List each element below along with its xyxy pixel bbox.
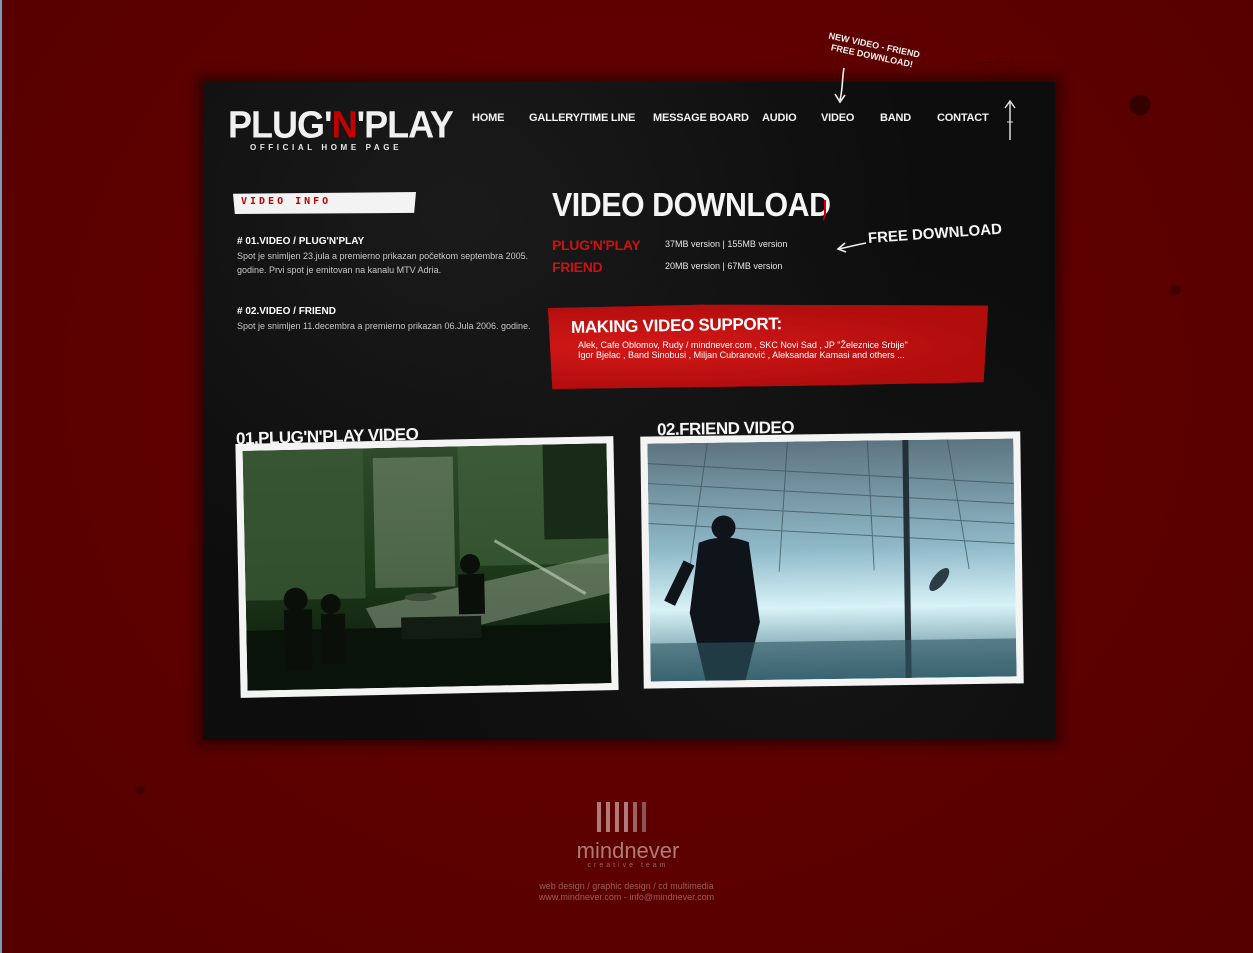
footer-brand-tagline: creative team — [587, 862, 668, 869]
support-title: MAKING VIDEO SUPPORT: — [570, 314, 783, 337]
video-info-item-text: Spot je snimljen 11.decembra a premierno… — [237, 321, 531, 331]
video-info-label: VIDEO INFO — [241, 196, 332, 207]
nav-band[interactable]: BAND — [880, 112, 911, 124]
support-credits-line2: Igor Bjelac , Band Sinobusi , Miljan Cub… — [578, 350, 905, 360]
video-thumbnail-plugnplay[interactable] — [235, 436, 619, 698]
logo-part-play: 'PLAY — [356, 102, 454, 146]
download-links-friend: 20MB version | 67MB version — [665, 261, 782, 271]
logo-wordmark: PLUG'N'PLAY — [228, 102, 454, 146]
blood-drip-icon — [823, 200, 826, 221]
band-rehearsal-photo — [242, 443, 612, 691]
footer-site-link[interactable]: www.mindnever.com — [539, 892, 622, 902]
nav-gallery-timeline[interactable]: GALLERY/TIME LINE — [529, 112, 635, 124]
logo-part-n: N — [331, 102, 358, 146]
video-info-item-title: # 01.VIDEO / PLUG'N'PLAY — [237, 236, 365, 247]
download-link-155mb[interactable]: 155MB version — [727, 239, 787, 249]
down-arrow-icon — [834, 67, 846, 104]
video-info-item-2: # 02.VIDEO / FRIEND Spot je snimljen 11.… — [237, 306, 532, 333]
making-video-support-banner: MAKING VIDEO SUPPORT: Alek, Cafe Oblomov… — [548, 304, 988, 389]
logo-subtitle: OFFICIAL HOME PAGE — [250, 143, 403, 152]
video-info-item-text: Spot je snimljen 23.jula a premierno pri… — [237, 251, 529, 275]
logo-part-plug: PLUG' — [228, 102, 333, 146]
download-link-20mb[interactable]: 20MB version — [665, 261, 720, 271]
nav-audio[interactable]: AUDIO — [762, 112, 797, 124]
download-name-plugnplay: PLUG'N'PLAY — [552, 237, 641, 253]
footer-services: web design / graphic design / cd multime… — [539, 881, 714, 891]
support-credits-line1: Alek, Cafe Oblomov, Rudy / mindnever.com… — [578, 340, 908, 350]
video-thumbnail-friend[interactable] — [640, 431, 1024, 689]
nav-home[interactable]: HOME — [472, 112, 504, 124]
download-link-37mb[interactable]: 37MB version — [665, 239, 720, 249]
video-download-heading: VIDEO DOWNLOAD — [552, 186, 831, 223]
mindnever-logo[interactable]: mindnever creative team — [548, 800, 708, 870]
support-credits: Alek, Cafe Oblomov, Rudy / mindnever.com… — [578, 340, 978, 360]
hangar-runner-photo — [647, 438, 1017, 682]
video-info-label-box: VIDEO INFO — [233, 192, 416, 214]
nav-contact[interactable]: CONTACT — [937, 112, 989, 124]
left-arrow-icon — [836, 242, 867, 253]
video-info-item-1: # 01.VIDEO / PLUG'N'PLAY Spot je snimlje… — [237, 236, 532, 277]
download-links-plugnplay: 37MB version | 155MB version — [665, 239, 787, 249]
footer-email-link[interactable]: info@mindnever.com — [629, 892, 714, 902]
site-logo[interactable]: PLUG'N'PLAY OFFICIAL HOME PAGE — [228, 105, 454, 156]
video-info-item-title: # 02.VIDEO / FRIEND — [237, 306, 336, 317]
footer-contact: www.mindnever.com - info@mindnever.com — [0, 892, 1253, 902]
footer-brand-name: mindnever — [577, 838, 680, 863]
scroll-up-arrow-icon[interactable] — [1002, 98, 1018, 144]
download-link-67mb[interactable]: 67MB version — [727, 261, 782, 271]
nav-video[interactable]: VIDEO — [821, 112, 854, 124]
nav-message-board[interactable]: MESSAGE BOARD — [653, 112, 749, 124]
download-name-friend: FRIEND — [552, 259, 603, 275]
